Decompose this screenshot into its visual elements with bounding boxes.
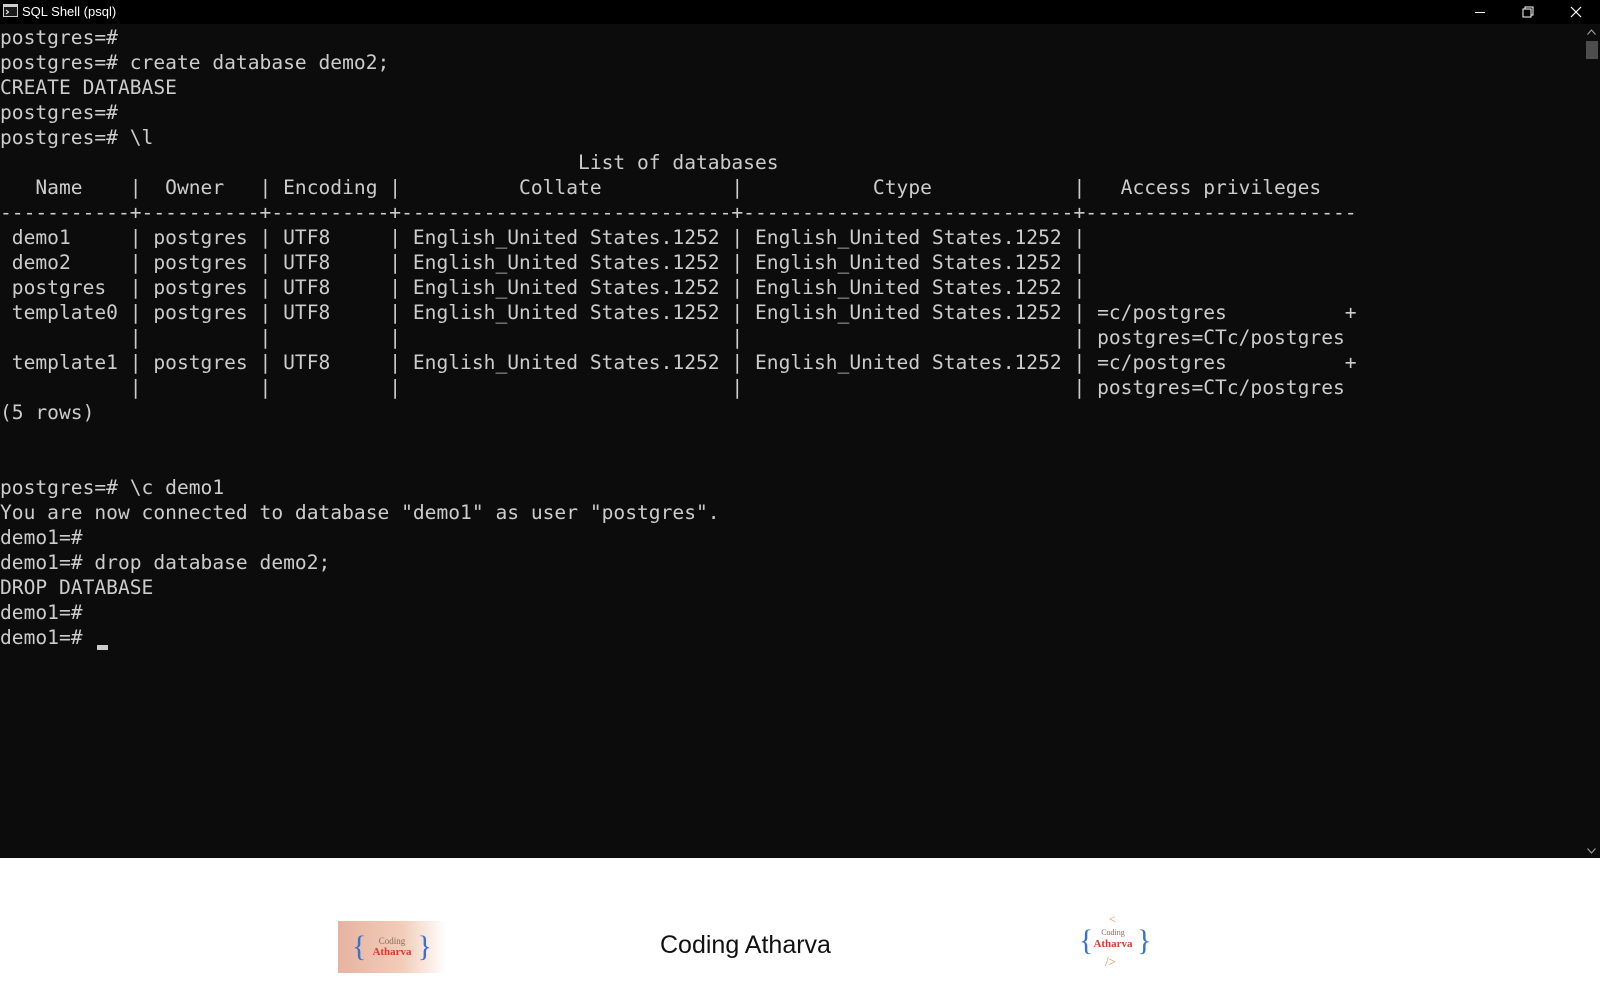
restore-button[interactable]: [1504, 0, 1552, 24]
close-button[interactable]: [1552, 0, 1600, 24]
window-title: SQL Shell (psql): [22, 4, 117, 19]
table-row: template1 | postgres | UTF8 | English_Un…: [0, 351, 1357, 374]
psql-window: SQL Shell (psql) postgres=# postgres=# c…: [0, 0, 1600, 858]
table-row: demo2 | postgres | UTF8 | English_United…: [0, 251, 1086, 274]
terminal-line: demo1=#: [0, 601, 83, 624]
minimize-icon: [1475, 12, 1485, 13]
left-brace-icon: {: [352, 930, 367, 963]
scrollbar-thumb[interactable]: [1586, 41, 1598, 59]
current-prompt: demo1=#: [0, 626, 95, 649]
close-icon: [1570, 6, 1582, 18]
coding-atharva-logo-left: { Coding Atharva }: [338, 921, 446, 973]
terminal-line: postgres=# \c demo1: [0, 476, 225, 499]
restore-icon: [1522, 6, 1534, 18]
current-prompt-line[interactable]: demo1=#: [0, 625, 1580, 650]
right-brace-icon: }: [417, 930, 432, 963]
terminal-line: postgres=# \l: [0, 126, 154, 149]
table-caption: List of databases: [0, 151, 779, 174]
brand-name: Coding Atharva: [660, 931, 831, 959]
table-row: template0 | postgres | UTF8 | English_Un…: [0, 301, 1357, 324]
coding-atharva-logo-right: < { Coding Atharva } />: [1079, 912, 1152, 969]
terminal-line: postgres=#: [0, 101, 118, 124]
terminal-line: demo1=# drop database demo2;: [0, 551, 331, 574]
table-row: demo1 | postgres | UTF8 | English_United…: [0, 226, 1086, 249]
table-header: Name | Owner | Encoding | Collate | Ctyp…: [0, 176, 1322, 199]
terminal-line: demo1=#: [0, 526, 83, 549]
title-bar[interactable]: SQL Shell (psql): [0, 0, 1600, 24]
minimize-button[interactable]: [1456, 0, 1504, 24]
table-separator: -----------+----------+----------+------…: [0, 201, 1357, 224]
vertical-scrollbar[interactable]: [1583, 25, 1600, 858]
terminal-line: postgres=#: [0, 26, 118, 49]
console-app-icon: [3, 4, 18, 17]
table-row-continuation: | | | | | postgres=CTc/postgres: [0, 326, 1345, 349]
terminal-line: postgres=# create database demo2;: [0, 51, 390, 74]
brand-footer: { Coding Atharva } Coding Atharva < { Co…: [0, 858, 1600, 1005]
scroll-down-arrow-icon[interactable]: [1587, 848, 1596, 854]
table-row-continuation: | | | | | postgres=CTc/postgres: [0, 376, 1345, 399]
terminal-line: DROP DATABASE: [0, 576, 154, 599]
terminal-line: CREATE DATABASE: [0, 76, 177, 99]
text-cursor: [97, 645, 109, 650]
row-count: (5 rows): [0, 401, 95, 424]
right-brace-icon: }: [1137, 924, 1152, 957]
terminal-line: You are now connected to database "demo1…: [0, 501, 720, 524]
scroll-up-arrow-icon[interactable]: [1587, 29, 1596, 35]
table-row: postgres | postgres | UTF8 | English_Uni…: [0, 276, 1086, 299]
terminal-output[interactable]: postgres=# postgres=# create database de…: [0, 25, 1580, 858]
